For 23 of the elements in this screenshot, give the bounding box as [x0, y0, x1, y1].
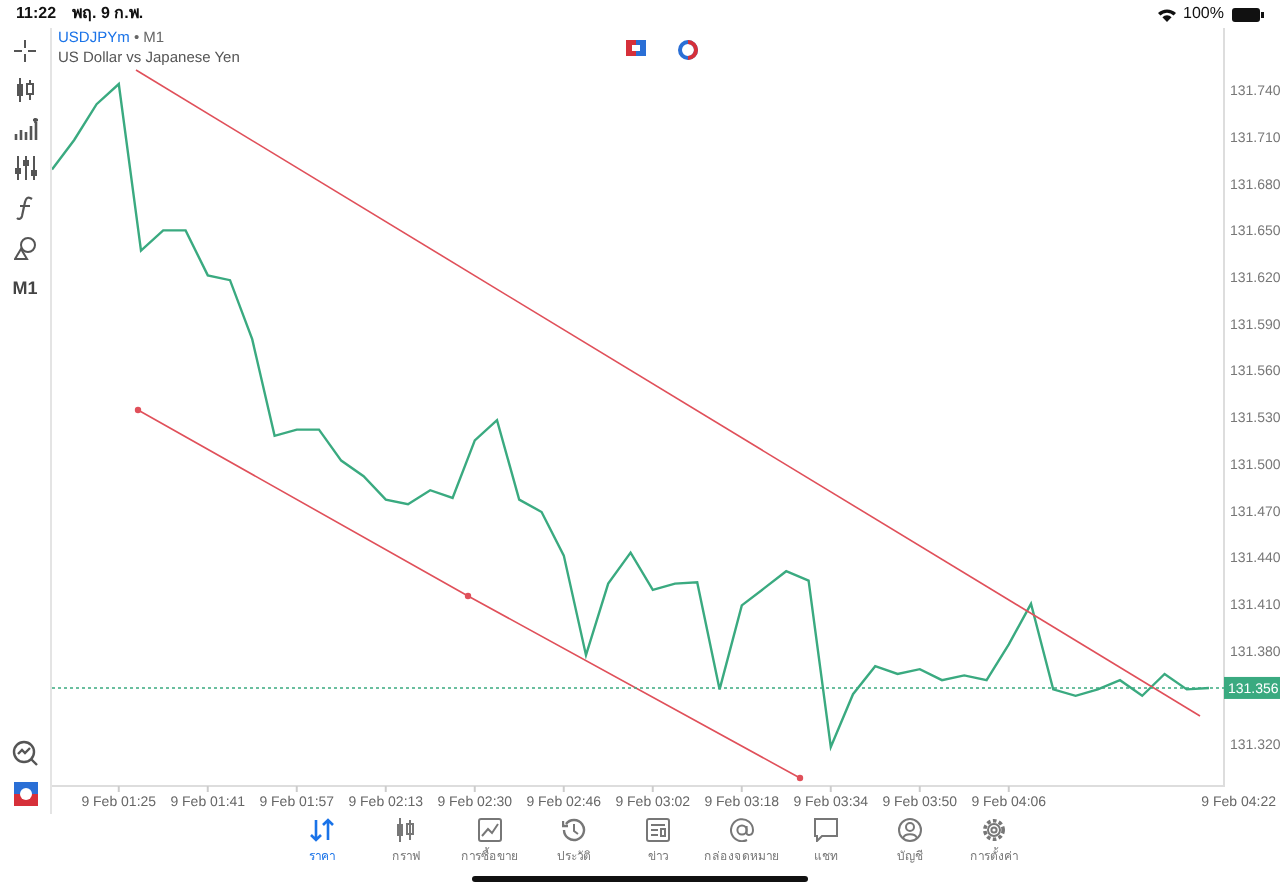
- chart-search-icon[interactable]: [12, 740, 38, 766]
- account-icon: [898, 818, 922, 842]
- settings-icon: [982, 818, 1006, 842]
- line-chart-icon: [478, 818, 502, 842]
- candlestick-icon: [394, 818, 418, 842]
- wifi-icon: [1157, 7, 1176, 21]
- crosshair-icon[interactable]: [14, 40, 36, 62]
- battery-icon: [1232, 7, 1264, 21]
- news-icon: [646, 818, 670, 842]
- chat-icon: [814, 818, 838, 842]
- status-time: 11:22: [16, 2, 57, 26]
- at-sign-icon: [730, 818, 754, 842]
- shapes-icon[interactable]: [13, 236, 37, 260]
- status-date: พฤ. 9 ก.พ.: [72, 2, 144, 26]
- app-logo-icon[interactable]: [13, 782, 37, 806]
- candlestick-icon[interactable]: [14, 78, 36, 102]
- battery-percent: 100%: [1183, 2, 1224, 26]
- function-icon[interactable]: [15, 196, 35, 220]
- bar-chart-icon[interactable]: [13, 118, 37, 140]
- sliders-icon[interactable]: [13, 156, 37, 180]
- history-icon: [562, 818, 586, 842]
- timeframe-button[interactable]: M1: [12, 276, 38, 303]
- sort-arrows-icon: [310, 818, 334, 842]
